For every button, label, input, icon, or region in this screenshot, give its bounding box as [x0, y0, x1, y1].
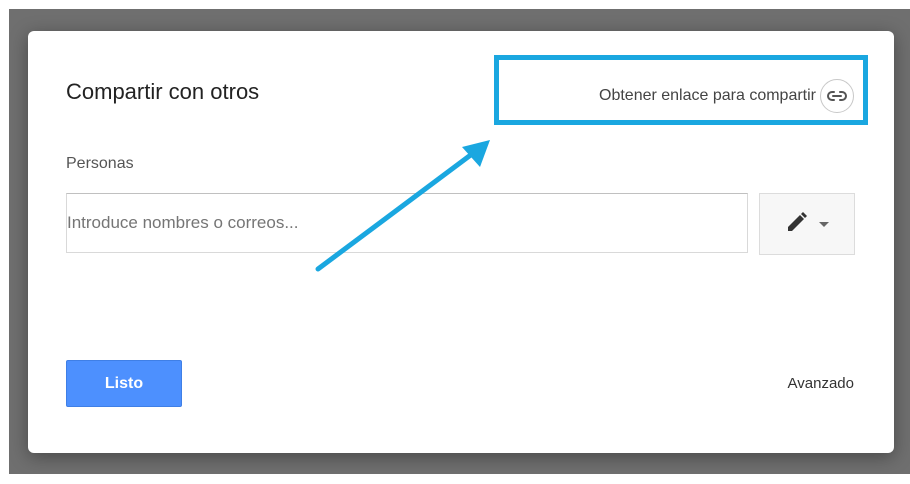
dialog-title: Compartir con otros — [66, 79, 260, 104]
advanced-link[interactable]: Avanzado — [788, 375, 854, 392]
people-label: Personas — [66, 155, 134, 172]
permission-dropdown-button[interactable] — [759, 193, 855, 255]
pencil-icon — [785, 210, 809, 239]
share-dialog: Compartir con otros Obtener enlace para … — [28, 31, 894, 453]
people-input[interactable] — [67, 194, 747, 252]
done-button[interactable]: Listo — [66, 360, 182, 407]
caret-down-icon — [819, 215, 829, 233]
people-input-container — [66, 193, 748, 253]
get-shareable-link-button[interactable]: Obtener enlace para compartir — [599, 79, 854, 113]
get-link-label: Obtener enlace para compartir — [599, 87, 816, 104]
link-icon[interactable] — [820, 79, 854, 113]
